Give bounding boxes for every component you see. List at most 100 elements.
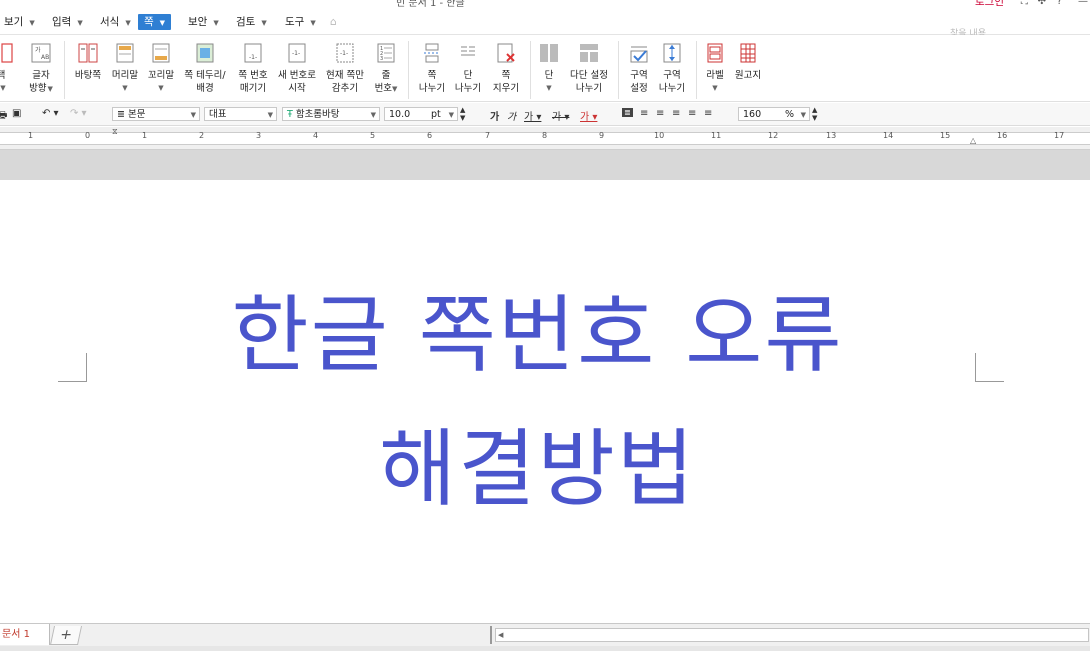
bold-icon[interactable]: 가	[490, 108, 499, 123]
zoom-select[interactable]: 160% ▼	[738, 107, 810, 121]
menu-format[interactable]: 서식 ▼	[100, 14, 131, 30]
ribbon-separator	[64, 41, 65, 99]
manuscript-icon	[737, 41, 759, 65]
layout-icon[interactable]: ✣	[1038, 0, 1046, 7]
menu-page[interactable]: 쪽 ▼	[138, 14, 172, 30]
zoom-stepper[interactable]: ▲ ▼	[812, 106, 817, 122]
column-button[interactable]: 단 ▼	[536, 41, 562, 95]
menu-review[interactable]: 검토 ▼	[236, 14, 267, 30]
ruler[interactable]: 1 0 1 2 3 4 5 6 7 8 9 10 11 12 13 14 15 …	[0, 127, 1090, 150]
svg-text:-1-: -1-	[249, 54, 257, 61]
ruler-label: 6	[427, 131, 433, 140]
ribbon-separator	[696, 41, 697, 99]
menu-tools[interactable]: 도구 ▼	[285, 14, 316, 30]
right-indent-marker-icon[interactable]: △	[970, 136, 976, 145]
page-break-icon	[421, 41, 443, 65]
undo-icon[interactable]: ↶ ▾	[42, 108, 59, 119]
print-icon[interactable]: 🖶	[0, 108, 7, 125]
align-left-icon[interactable]: ≡	[640, 108, 648, 119]
language-select[interactable]: 대표 ▼	[204, 107, 277, 121]
tab-document-1[interactable]: 문서 1	[0, 624, 50, 645]
ruler-label: 2	[199, 131, 205, 140]
section-break-button[interactable]: 구역 나누기	[656, 41, 688, 95]
ruler-label: 1	[142, 131, 148, 140]
scroll-left-icon[interactable]: ◀	[498, 629, 503, 641]
document-heading-line1[interactable]: 한글 쪽번호 오류	[0, 268, 1075, 389]
menu-bar: 보기 ▼ 입력 ▼ 서식 ▼ 쪽 ▼ 보안 ▼ 검토 ▼ 도구 ▼ ⌂ 찾을 내용	[0, 10, 1090, 41]
ribbon-separator	[408, 41, 409, 99]
ruler-label: 10	[654, 131, 665, 140]
ruler-label: 9	[599, 131, 605, 140]
font-color-icon[interactable]: 가 ▾	[580, 108, 597, 123]
document-heading-line2[interactable]: 해결방법	[0, 402, 1075, 523]
menu-view[interactable]: 보기 ▼	[4, 14, 35, 30]
distribute-icon[interactable]: ≡	[688, 108, 696, 119]
ruler-label: 16	[997, 131, 1008, 140]
svg-text:가: 가	[35, 46, 41, 54]
page-break-button[interactable]: 쪽 나누기	[416, 41, 448, 95]
toolbar-options-icon[interactable]: ⌂	[330, 14, 337, 30]
column-icon	[538, 41, 560, 65]
page-delete-button[interactable]: 쪽 지우기	[490, 41, 522, 95]
manuscript-button[interactable]: 원고지	[732, 41, 764, 82]
label-button[interactable]: 라벨 ▼	[702, 41, 728, 95]
splitter[interactable]	[490, 626, 492, 644]
ruler-label: 7	[485, 131, 491, 140]
horizontal-scrollbar[interactable]: ◀	[495, 628, 1089, 642]
font-size-stepper[interactable]: ▲ ▼	[460, 106, 465, 122]
font-size-input[interactable]: 10.0 pt ▼	[384, 107, 458, 121]
header-button[interactable]: 머리말 ▼	[108, 41, 142, 95]
menu-insert[interactable]: 입력 ▼	[52, 14, 83, 30]
background-page-icon	[77, 41, 99, 65]
svg-text:AB: AB	[41, 54, 49, 61]
help-icon[interactable]: ?	[1057, 0, 1062, 7]
page-gap	[0, 150, 1090, 180]
menu-security[interactable]: 보안 ▼	[188, 14, 219, 30]
page-border-button[interactable]: 쪽 테두리/ 배경	[180, 41, 230, 95]
login-button[interactable]: 로그인	[975, 0, 1004, 9]
svg-text:3: 3	[380, 56, 383, 62]
align-justify-icon[interactable]: ≣	[622, 108, 633, 117]
add-tab-label: +	[58, 627, 74, 643]
page-number-button[interactable]: -1- 쪽 번호 매기기	[234, 41, 272, 95]
minimize-icon[interactable]: —	[1078, 0, 1088, 7]
hide-current-page-button[interactable]: -1- 현재 쪽만 감추기	[322, 41, 368, 95]
footer-icon	[150, 41, 172, 65]
text-direction-icon: 가 AB	[30, 41, 52, 65]
footer-button[interactable]: 꼬리말 ▼	[144, 41, 178, 95]
background-page-button[interactable]: 바탕쪽	[72, 41, 104, 82]
column-break-button[interactable]: 단 나누기	[452, 41, 484, 95]
underline-icon[interactable]: 가 ▾	[524, 108, 541, 123]
strikethrough-icon[interactable]: 가 ▾	[552, 108, 569, 123]
multi-column-button[interactable]: 다단 설정 나누기	[566, 41, 612, 95]
align-center-icon[interactable]: ≡	[656, 108, 664, 119]
page-delete-icon	[495, 41, 517, 65]
align-right-icon[interactable]: ≡	[672, 108, 680, 119]
ruler-label: 13	[826, 131, 837, 140]
fullscreen-icon[interactable]: ⛶	[1021, 0, 1028, 7]
ruler-label: 11	[711, 131, 722, 140]
save-icon[interactable]: ▣	[12, 108, 21, 119]
text-direction-button[interactable]: 가 AB 글자 방향▼	[26, 41, 56, 96]
document-page[interactable]: 한글 쪽번호 오류 해결방법	[0, 180, 1090, 623]
split-align-icon[interactable]: ≡	[704, 108, 712, 119]
line-number-button[interactable]: 123 줄 번호▼	[372, 41, 400, 96]
hide-page-icon: -1-	[334, 41, 356, 65]
style-select[interactable]: ≣ 본문 ▼	[112, 107, 200, 121]
font-select[interactable]: Ŧ 함초롬바탕 ▼	[282, 107, 380, 121]
add-tab-button[interactable]: +	[49, 626, 83, 645]
status-bar	[0, 646, 1090, 651]
redo-icon[interactable]: ↷ ▾	[70, 108, 87, 119]
ribbon: 택 ▼ 가 AB 글자 방향▼ 바탕쪽 머리말 ▼ 꼬리말 ▼ 쪽 테두리/ 배경 -1…	[0, 35, 1090, 102]
new-number-button[interactable]: -1- 새 번호로 시작	[274, 41, 320, 95]
section-setting-button[interactable]: 구역 설정	[624, 41, 654, 95]
document-tab-bar: 문서 1 + ◀	[0, 623, 1090, 646]
page-setup-button[interactable]: 택 ▼	[0, 41, 13, 95]
header-icon	[114, 41, 136, 65]
italic-icon[interactable]: 가	[507, 108, 516, 123]
column-break-icon	[457, 41, 479, 65]
indent-marker-icon[interactable]: ⧖	[112, 127, 118, 137]
label-icon	[704, 41, 726, 65]
page-number-icon: -1-	[242, 41, 264, 65]
ruler-label: 14	[883, 131, 894, 140]
